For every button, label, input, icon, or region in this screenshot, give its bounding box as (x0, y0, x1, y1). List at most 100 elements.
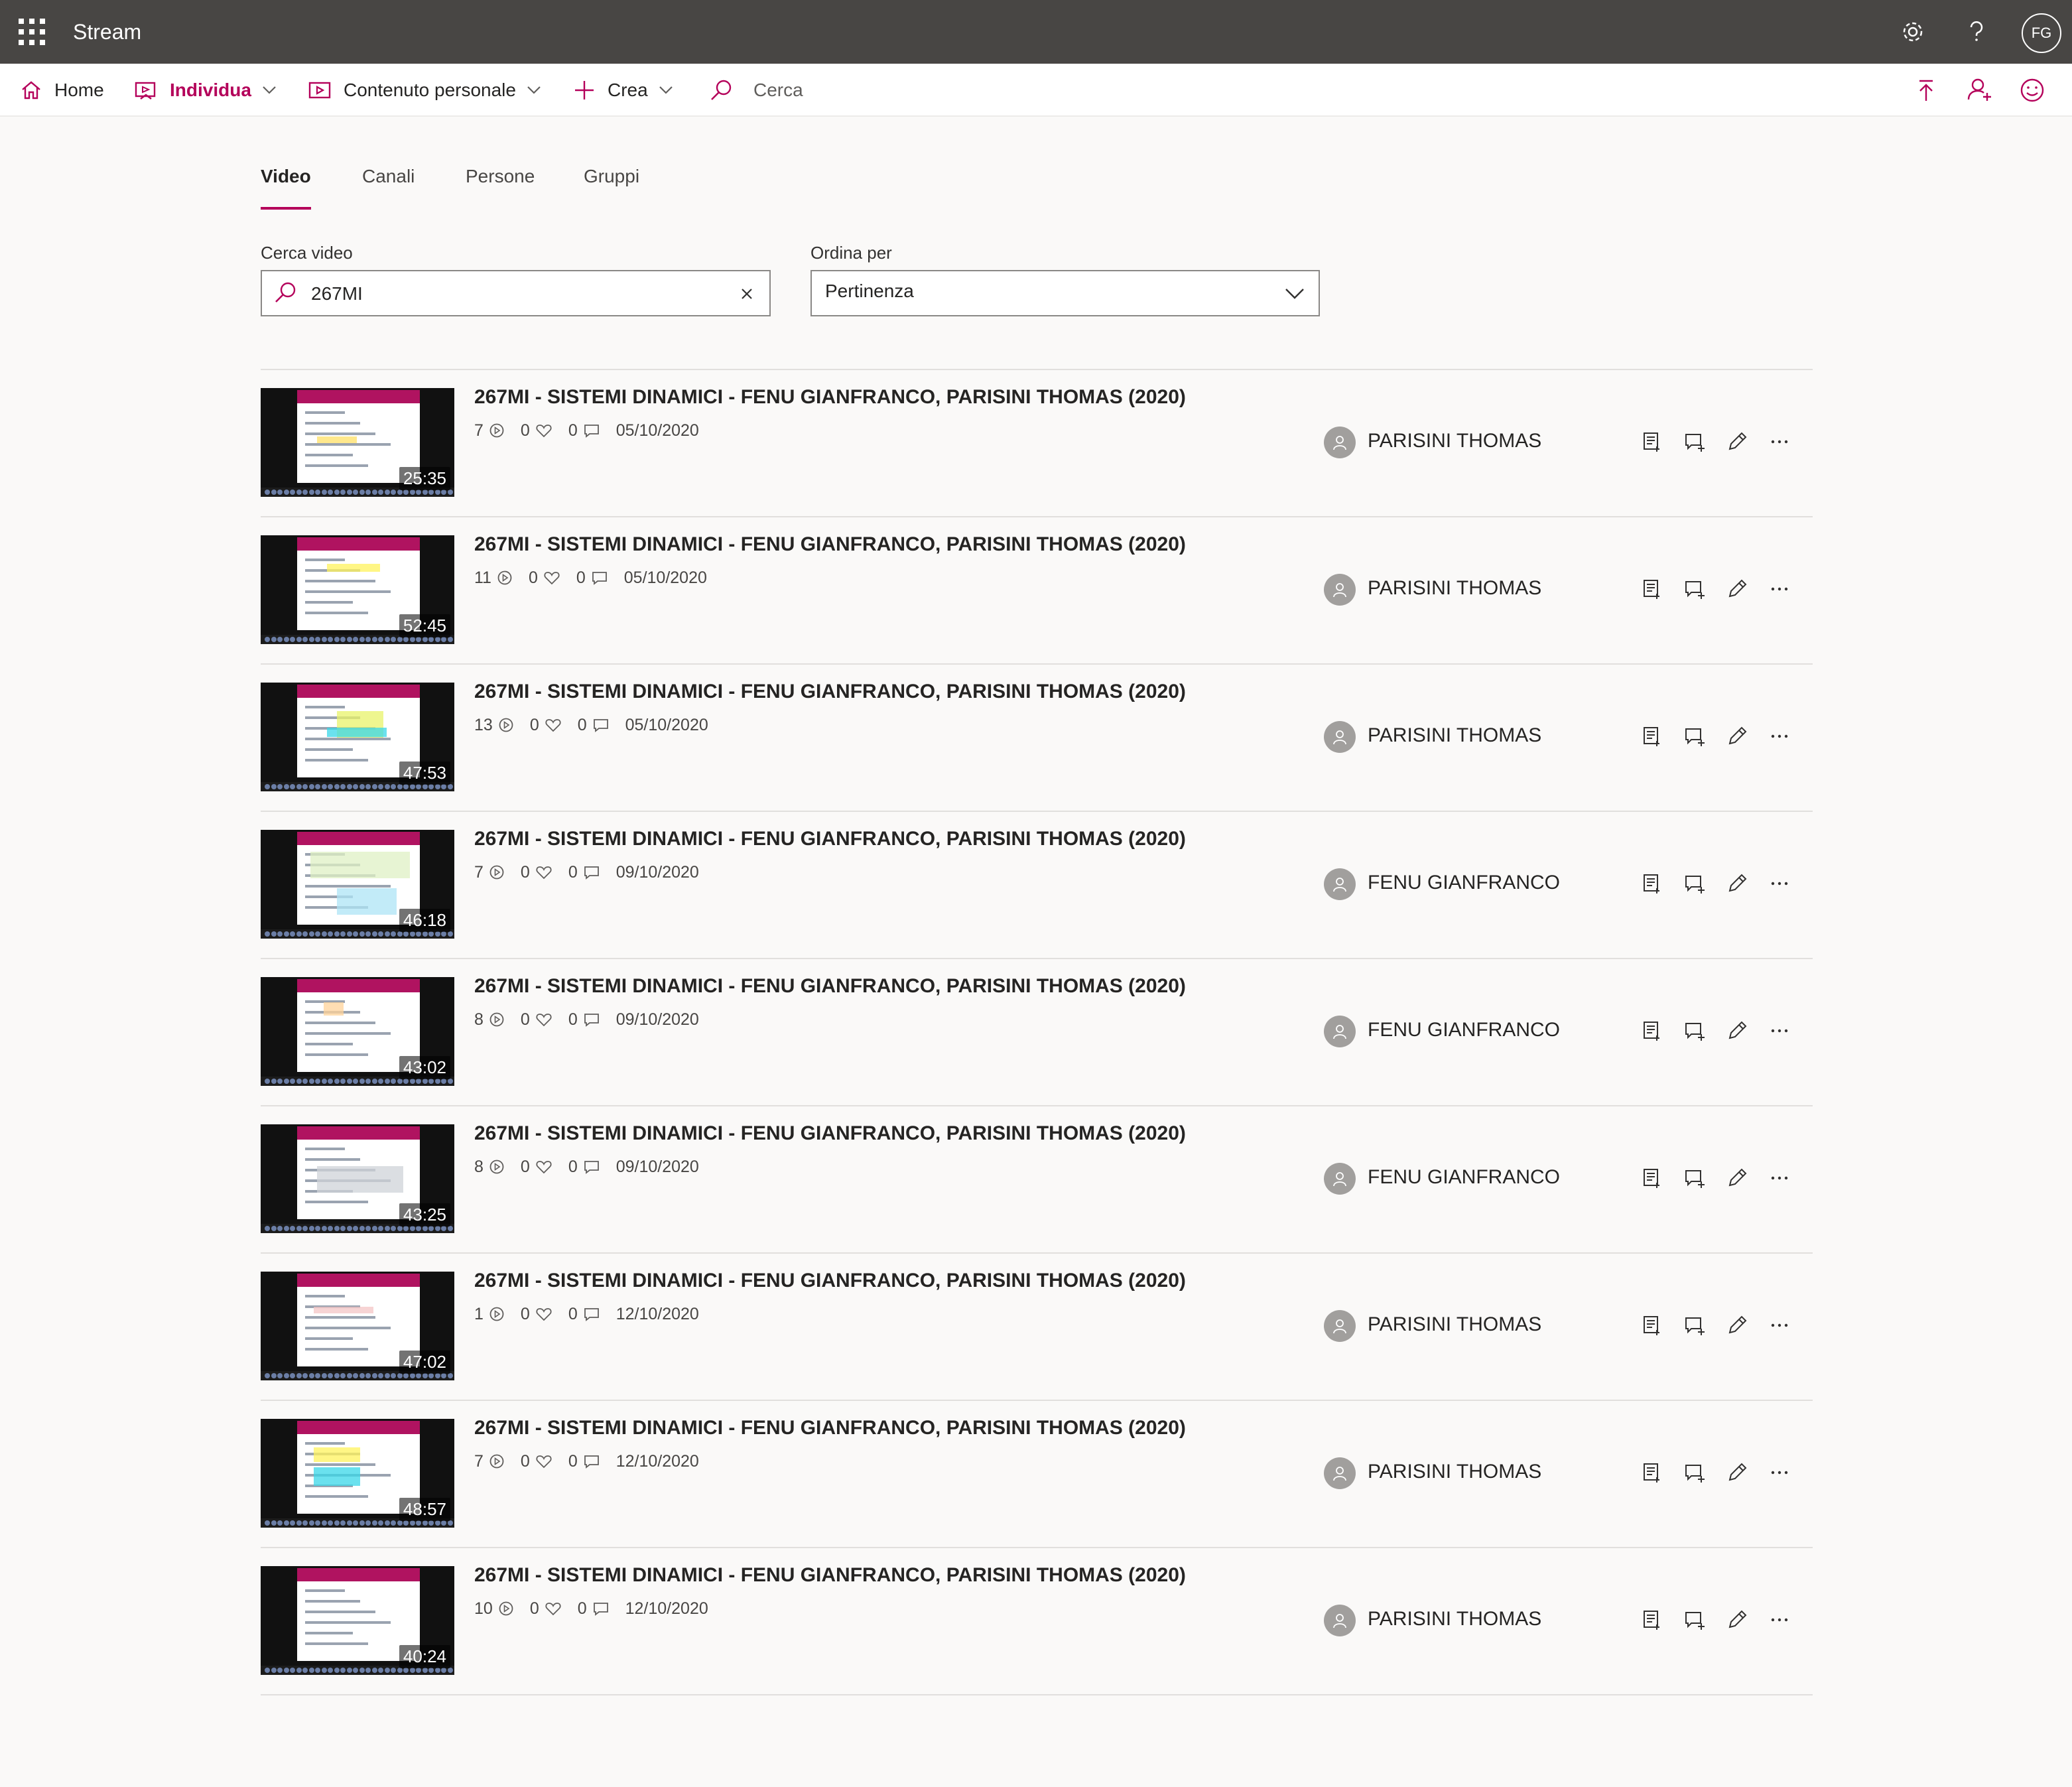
pencil-icon[interactable] (1721, 1162, 1753, 1194)
pencil-icon[interactable] (1721, 1015, 1753, 1047)
add-to-watchlist-icon[interactable] (1636, 1162, 1668, 1194)
video-owner[interactable]: PARISINI THOMAS (1324, 1601, 1541, 1637)
add-to-watchlist-icon[interactable] (1636, 573, 1668, 605)
sort-dropdown[interactable]: Pertinenza (810, 270, 1320, 316)
video-owner[interactable]: FENU GIANFRANCO (1324, 865, 1560, 901)
comment-icon (593, 719, 608, 732)
video-title[interactable]: 267MI - SISTEMI DINAMICI - FENU GIANFRAN… (474, 1270, 1186, 1292)
more-icon[interactable] (1764, 1309, 1795, 1341)
video-owner[interactable]: PARISINI THOMAS (1324, 1307, 1541, 1343)
video-title[interactable]: 267MI - SISTEMI DINAMICI - FENU GIANFRAN… (474, 828, 1186, 850)
add-to-watchlist-icon[interactable] (1636, 868, 1668, 899)
add-to-group-icon[interactable] (1679, 720, 1711, 752)
upload-icon[interactable] (1910, 74, 1942, 106)
add-to-group-icon[interactable] (1679, 868, 1711, 899)
video-title[interactable]: 267MI - SISTEMI DINAMICI - FENU GIANFRAN… (474, 1564, 1186, 1587)
nav-discover[interactable]: Individua (134, 64, 277, 117)
tab-people[interactable]: Persone (466, 166, 535, 212)
view-count: 7 (474, 421, 484, 440)
video-row[interactable]: 52:45 267MI - SISTEMI DINAMICI - FENU GIA… (261, 516, 1813, 663)
video-thumbnail[interactable]: 47:02 (261, 1272, 454, 1380)
video-title[interactable]: 267MI - SISTEMI DINAMICI - FENU GIANFRAN… (474, 533, 1186, 556)
video-row[interactable]: 25:35 267MI - SISTEMI DINAMICI - FENU GIA… (261, 369, 1813, 516)
video-owner[interactable]: PARISINI THOMAS (1324, 718, 1541, 754)
video-owner[interactable]: FENU GIANFRANCO (1324, 1159, 1560, 1195)
video-owner[interactable]: FENU GIANFRANCO (1324, 1012, 1560, 1048)
nav-home[interactable]: Home (20, 64, 104, 117)
more-icon[interactable] (1764, 868, 1795, 899)
video-owner[interactable]: PARISINI THOMAS (1324, 1454, 1541, 1490)
pencil-icon[interactable] (1721, 1309, 1753, 1341)
more-icon[interactable] (1764, 426, 1795, 458)
video-owner[interactable]: PARISINI THOMAS (1324, 570, 1541, 606)
video-thumbnail[interactable]: 40:24 (261, 1566, 454, 1675)
add-to-watchlist-icon[interactable] (1636, 720, 1668, 752)
waffle-icon[interactable] (19, 19, 45, 45)
tab-channels[interactable]: Canali (362, 166, 415, 212)
video-thumbnail[interactable]: 43:25 (261, 1124, 454, 1233)
nav-create[interactable]: Crea (573, 64, 673, 117)
nav-my-content[interactable]: Contenuto personale (308, 64, 541, 117)
add-person-icon[interactable] (1963, 74, 1995, 106)
nav-search[interactable]: Cerca (710, 64, 803, 117)
video-row[interactable]: 47:53 267MI - SISTEMI DINAMICI - FENU GIA… (261, 663, 1813, 811)
search-video-input[interactable] (310, 281, 708, 307)
gear-icon[interactable] (1897, 16, 1929, 48)
add-to-group-icon[interactable] (1679, 1162, 1711, 1194)
comment-icon (584, 425, 599, 438)
pencil-icon[interactable] (1721, 720, 1753, 752)
pencil-icon[interactable] (1721, 426, 1753, 458)
sort-value: Pertinenza (825, 281, 914, 301)
close-icon[interactable] (736, 283, 757, 304)
video-title[interactable]: 267MI - SISTEMI DINAMICI - FENU GIANFRAN… (474, 1417, 1186, 1439)
user-avatar[interactable]: FG (2022, 13, 2061, 53)
video-title[interactable]: 267MI - SISTEMI DINAMICI - FENU GIANFRAN… (474, 975, 1186, 998)
video-thumbnail[interactable]: 25:35 (261, 388, 454, 497)
video-row[interactable]: 48:57 267MI - SISTEMI DINAMICI - FENU GIA… (261, 1400, 1813, 1547)
video-row[interactable]: 46:18 267MI - SISTEMI DINAMICI - FENU GIA… (261, 811, 1813, 958)
video-thumbnail[interactable]: 43:02 (261, 977, 454, 1086)
add-to-group-icon[interactable] (1679, 1604, 1711, 1636)
video-title[interactable]: 267MI - SISTEMI DINAMICI - FENU GIANFRAN… (474, 681, 1186, 703)
video-thumbnail[interactable]: 52:45 (261, 535, 454, 644)
video-thumbnail[interactable]: 46:18 (261, 830, 454, 939)
app-title[interactable]: Stream (73, 17, 141, 46)
add-to-group-icon[interactable] (1679, 426, 1711, 458)
video-title[interactable]: 267MI - SISTEMI DINAMICI - FENU GIANFRAN… (474, 386, 1186, 409)
video-row[interactable]: 40:24 267MI - SISTEMI DINAMICI - FENU GIA… (261, 1547, 1813, 1694)
tab-video[interactable]: Video (261, 166, 311, 212)
person-icon (1333, 583, 1346, 598)
video-row[interactable]: 47:02 267MI - SISTEMI DINAMICI - FENU GIA… (261, 1252, 1813, 1400)
more-icon[interactable] (1764, 573, 1795, 605)
pencil-icon[interactable] (1721, 868, 1753, 899)
add-to-group-icon[interactable] (1679, 1015, 1711, 1047)
video-row[interactable]: 43:25 267MI - SISTEMI DINAMICI - FENU GIA… (261, 1105, 1813, 1252)
more-icon[interactable] (1764, 1015, 1795, 1047)
more-icon[interactable] (1764, 1162, 1795, 1194)
video-title[interactable]: 267MI - SISTEMI DINAMICI - FENU GIANFRAN… (474, 1122, 1186, 1145)
tab-groups[interactable]: Gruppi (584, 166, 639, 212)
add-to-watchlist-icon[interactable] (1636, 1015, 1668, 1047)
add-to-group-icon[interactable] (1679, 573, 1711, 605)
more-icon[interactable] (1764, 1604, 1795, 1636)
video-owner[interactable]: PARISINI THOMAS (1324, 423, 1541, 459)
upload-date: 12/10/2020 (615, 1304, 699, 1323)
video-row[interactable]: 43:02 267MI - SISTEMI DINAMICI - FENU GIA… (261, 958, 1813, 1105)
like-count: 0 (520, 1157, 530, 1176)
more-icon[interactable] (1764, 720, 1795, 752)
add-to-watchlist-icon[interactable] (1636, 426, 1668, 458)
video-thumbnail[interactable]: 47:53 (261, 683, 454, 791)
add-to-group-icon[interactable] (1679, 1457, 1711, 1489)
pencil-icon[interactable] (1721, 1457, 1753, 1489)
pencil-icon[interactable] (1721, 573, 1753, 605)
more-icon[interactable] (1764, 1457, 1795, 1489)
question-icon[interactable] (1961, 16, 1992, 48)
video-thumbnail[interactable]: 48:57 (261, 1419, 454, 1528)
comment-count: 0 (568, 1451, 578, 1471)
smiley-icon[interactable] (2016, 74, 2048, 106)
add-to-watchlist-icon[interactable] (1636, 1604, 1668, 1636)
add-to-group-icon[interactable] (1679, 1309, 1711, 1341)
add-to-watchlist-icon[interactable] (1636, 1309, 1668, 1341)
add-to-watchlist-icon[interactable] (1636, 1457, 1668, 1489)
pencil-icon[interactable] (1721, 1604, 1753, 1636)
